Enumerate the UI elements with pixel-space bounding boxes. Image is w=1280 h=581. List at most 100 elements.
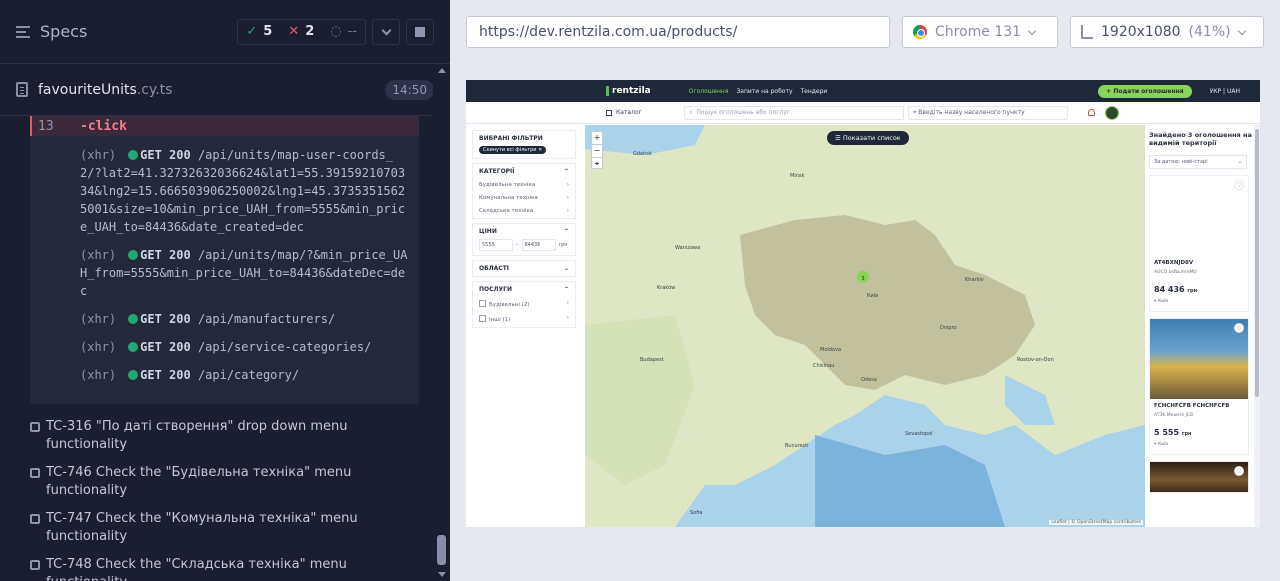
city-label: Minsk (790, 173, 805, 179)
command-row[interactable]: 13 -click (30, 116, 419, 136)
map-attribution[interactable]: Leaflet | © OpenStreetMap contributors (1049, 520, 1143, 525)
bell-icon[interactable] (1088, 109, 1095, 116)
runner-panel: Specs ✓ 5 ✕ 2 ◌ -- favouriteUnits.cy.ts 14:… (0, 0, 450, 581)
nav-tenders[interactable]: Тендери (801, 88, 828, 95)
avatar[interactable] (1105, 105, 1119, 120)
chrome-icon (913, 25, 927, 39)
test-item[interactable]: TC-746 Check the "Будівельна техніка" me… (30, 464, 420, 500)
city-label: Odesa (861, 377, 877, 383)
unit-card[interactable]: ♡ AT4BXNJD8V AGCO bsfbLmmMU 84 436 грн ⌖… (1149, 175, 1249, 312)
category-item[interactable]: Комунальна техніка › (479, 195, 569, 201)
city-label: Dnipro (940, 325, 957, 331)
specs-toggle[interactable]: Specs (16, 22, 237, 41)
service-item[interactable]: Інші (1) › (479, 315, 569, 323)
nav-requests[interactable]: Запити на роботу (736, 88, 792, 95)
chevron-right-icon: › (566, 182, 569, 188)
results-count: Знайдено 3 оголошення на видимій територ… (1149, 131, 1252, 147)
sort-dropdown[interactable]: За датою: нові-старі ⌄ (1149, 155, 1247, 169)
results-scrollbar[interactable] (1254, 125, 1260, 527)
xhr-log-entry[interactable]: (xhr) GET 200 /api/category/ (30, 366, 419, 384)
unit-card[interactable]: ♡ (1149, 461, 1249, 493)
language-switch[interactable]: УКР | UAH (1210, 88, 1240, 95)
price-filter: ЦІНИ ⌃ 5555– 84436 грн (472, 223, 576, 256)
target-icon: ⌖ (594, 159, 600, 168)
specs-title: Specs (40, 22, 88, 41)
zoom-in-button[interactable]: + (592, 132, 602, 144)
xhr-list: (xhr) GET 200 /api/units/map-user-coords_… (30, 146, 419, 384)
city-label: Kraków (657, 285, 676, 291)
spec-duration: 14:50 (385, 79, 434, 100)
logo-mark-icon (606, 86, 609, 96)
test-status-icon (30, 468, 40, 478)
locate-button[interactable]: ⌖ (591, 157, 603, 169)
unit-card[interactable]: ♡ FCHCHFCFB FCHCHFCFB AT3K Mowerz JCB 5 … (1149, 318, 1249, 455)
test-item[interactable]: TC-316 "По даті створення" drop down men… (30, 418, 420, 454)
test-item[interactable]: TC-748 Check the "Складська техніка" men… (30, 556, 420, 581)
xhr-log-entry[interactable]: (xhr) GET 200 /api/units/map-user-coords_… (30, 146, 419, 236)
nav-ads[interactable]: Оголошення (689, 88, 729, 95)
command-name: -click (80, 118, 127, 134)
zoom-out-button[interactable]: − (592, 144, 602, 157)
price-from-input[interactable]: 5555 (479, 239, 513, 251)
viewport-selector[interactable]: 1920x1080 (41%) (1070, 16, 1264, 48)
xhr-log-entry[interactable]: (xhr) GET 200 /api/service-categories/ (30, 338, 419, 356)
favourite-heart-icon[interactable]: ♡ (1234, 466, 1244, 476)
service-item[interactable]: Будівельні (2) › (479, 300, 569, 308)
city-label: Chisinau (813, 363, 835, 369)
site-logo[interactable]: rentzila (606, 86, 651, 96)
city-label: Gdańsk (633, 151, 652, 157)
scroll-thumb[interactable] (437, 535, 446, 565)
unit-price: 5 555 грн (1154, 428, 1192, 437)
regions-filter[interactable]: ОБЛАСТІ ⌄ (472, 260, 576, 277)
city-label: Warszawa (675, 245, 701, 251)
city-label: Moldova (820, 347, 842, 353)
test-item[interactable]: TC-747 Check the "Комунальна техніка" me… (30, 510, 420, 546)
unit-image (1150, 462, 1248, 492)
runner-topbar: Specs ✓ 5 ✕ 2 ◌ -- (0, 0, 450, 64)
price-to-input[interactable]: 84436 (521, 239, 556, 251)
map-cluster-marker[interactable]: 3 (857, 271, 869, 283)
show-list-button[interactable]: ☰ Показати список (827, 131, 909, 145)
checkbox[interactable] (479, 300, 486, 307)
city-label: Sofia (690, 510, 703, 516)
status-dot-icon (128, 370, 139, 380)
favourite-heart-icon[interactable]: ♡ (1234, 323, 1244, 333)
url-bar[interactable]: https://dev.rentzila.com.ua/products/ (466, 16, 890, 48)
runner-scrollbar[interactable] (433, 64, 450, 581)
xhr-log-entry[interactable]: (xhr) GET 200 /api/manufacturers/ (30, 310, 419, 328)
filters-sidebar: ВИБРАНІ ФІЛЬТРИ Скинути всі фільтри ✕ КА… (472, 130, 576, 332)
map[interactable]: + − ⌖ ☰ Показати список 3 Gdańsk Warszawa… (585, 125, 1145, 527)
failed-count: ✕ 2 (288, 24, 315, 39)
cross-icon: ✕ (288, 24, 300, 39)
location-input[interactable]: ⌖ Введіть назву населеного пункту (908, 105, 1068, 120)
spec-file-name[interactable]: favouriteUnits.cy.ts (38, 82, 385, 98)
stop-button[interactable] (406, 18, 434, 45)
site-search-input[interactable]: ⌕ Пошук оголошень або послуг (684, 105, 904, 120)
scroll-down-icon[interactable] (438, 572, 446, 577)
category-item[interactable]: Складська техніка › (479, 208, 569, 214)
test-status-icon (30, 560, 40, 570)
check-icon: ✓ (246, 24, 258, 39)
catalog-button[interactable]: Каталог (606, 109, 684, 116)
favourite-heart-icon[interactable]: ♡ (1234, 180, 1244, 190)
spinner-icon: ◌ (330, 24, 342, 39)
scroll-thumb[interactable] (1255, 129, 1259, 397)
browser-selector[interactable]: Chrome 131 (902, 16, 1058, 48)
post-ad-button[interactable]: + Подати оголошення (1098, 84, 1192, 98)
run-stats: ✓ 5 ✕ 2 ◌ -- (237, 18, 366, 45)
xhr-log-entry[interactable]: (xhr) GET 200 /api/units/map/?&min_price_… (30, 246, 419, 300)
reset-filters-chip[interactable]: Скинути всі фільтри ✕ (479, 146, 547, 154)
checkbox[interactable] (479, 315, 486, 322)
status-dot-icon (128, 250, 139, 260)
unit-image (1150, 319, 1248, 399)
auto-scroll-toggle[interactable] (372, 18, 400, 45)
category-item[interactable]: Будівельна техніка › (479, 182, 569, 188)
services-filter: ПОСЛУГИ ⌃ Будівельні (2) › Інші (1) › (472, 281, 576, 328)
scroll-up-icon[interactable] (438, 68, 446, 73)
unit-price: 84 436 грн (1154, 285, 1198, 294)
viewport-icon (1081, 25, 1093, 39)
city-label: Київ (867, 293, 879, 299)
selected-filters: ВИБРАНІ ФІЛЬТРИ Скинути всі фільтри ✕ (472, 130, 576, 159)
city-label: Budapest (640, 357, 664, 363)
search-icon: ⌕ (689, 108, 693, 116)
